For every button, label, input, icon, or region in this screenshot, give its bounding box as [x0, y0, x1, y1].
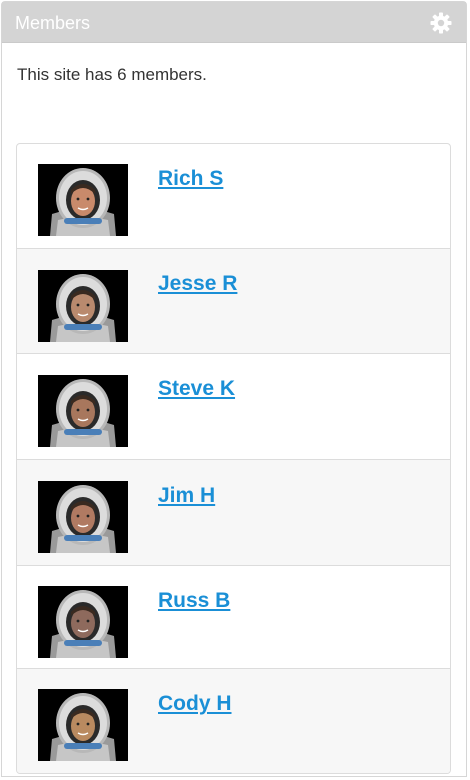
member-row: Steve K	[17, 354, 450, 460]
astronaut-avatar[interactable]	[38, 586, 128, 658]
member-row: Russ B	[17, 566, 450, 669]
widget-header: Members	[2, 2, 466, 43]
widget-title: Members	[15, 13, 91, 33]
member-row: Jim H	[17, 460, 450, 566]
member-list: Rich S Jesse R Steve K Jim H Russ B Cody H	[16, 143, 451, 774]
astronaut-avatar[interactable]	[38, 375, 128, 447]
astronaut-avatar[interactable]	[38, 164, 128, 236]
member-name-link[interactable]: Steve K	[158, 376, 235, 402]
member-count-text: This site has 6 members.	[17, 65, 207, 84]
member-name-link[interactable]: Jim H	[158, 483, 215, 509]
member-name-link[interactable]: Rich S	[158, 166, 223, 192]
member-name-link[interactable]: Jesse R	[158, 271, 237, 297]
member-row: Cody H	[17, 669, 450, 773]
astronaut-avatar[interactable]	[38, 481, 128, 553]
astronaut-avatar[interactable]	[38, 270, 128, 342]
members-widget: Members This site has 6 members. Rich S J…	[1, 1, 467, 777]
member-name-link[interactable]: Russ B	[158, 588, 230, 614]
member-row: Rich S	[17, 144, 450, 249]
member-row: Jesse R	[17, 249, 450, 354]
gear-icon[interactable]	[429, 11, 453, 35]
member-name-link[interactable]: Cody H	[158, 691, 232, 717]
astronaut-avatar[interactable]	[38, 689, 128, 761]
